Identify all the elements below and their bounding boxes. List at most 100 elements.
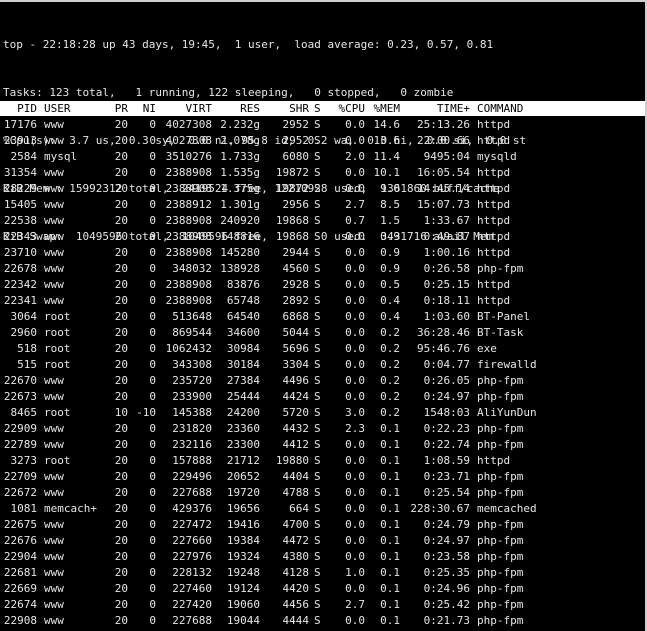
process-cpu: 0.0 [345, 310, 365, 323]
process-virt: 343308 [172, 358, 212, 371]
process-virt: 429376 [172, 502, 212, 515]
process-user: www [44, 118, 64, 131]
process-res: 2.232g [220, 118, 260, 131]
process-cpu: 2.3 [345, 422, 365, 435]
process-command: httpd [477, 246, 511, 259]
process-state: S [314, 598, 321, 611]
process-priority: 20 [114, 118, 128, 131]
process-pid: 1081 [10, 502, 38, 515]
process-state: S [314, 166, 321, 179]
process-time: 25:13.26 [417, 118, 470, 131]
process-nice: 0 [149, 134, 156, 147]
process-pid: 3273 [10, 454, 38, 467]
process-virt: 2388908 [165, 166, 212, 179]
process-priority: 20 [114, 246, 128, 259]
column-header-time: TIME+ [436, 102, 470, 115]
process-time: 0:23.58 [423, 550, 470, 563]
process-shr: 19872 [275, 166, 309, 179]
process-time: 0:24.96 [423, 582, 470, 595]
process-priority: 20 [114, 150, 128, 163]
process-cpu: 0.0 [345, 614, 365, 627]
process-mem: 0.2 [380, 390, 400, 403]
process-cpu: 0.0 [345, 278, 365, 291]
process-res: 19248 [226, 566, 260, 579]
process-virt: 232116 [172, 438, 212, 451]
process-time: 0:04.77 [423, 358, 470, 371]
process-shr: 2944 [282, 246, 310, 259]
table-row: 22908 www 20 0 227688 19044 4444 S 0.0 0.1 0:21.73… [0, 613, 645, 629]
process-virt: 2388908 [165, 214, 212, 227]
process-command: httpd [477, 134, 511, 147]
table-row: 518 root 20 0 1062432 30984 5696 S 0.0 0.2 95:46.7… [0, 341, 645, 357]
process-nice: 0 [149, 214, 156, 227]
uptime-load-line: top - 22:18:28 up 43 days, 19:45, 1 user… [3, 38, 494, 51]
process-res: 19324 [226, 550, 260, 563]
process-shr: 4412 [282, 438, 310, 451]
process-nice: 0 [149, 278, 156, 291]
process-virt: 227472 [172, 518, 212, 531]
process-nice: 0 [149, 182, 156, 195]
process-cpu: 2.7 [345, 598, 365, 611]
table-row: 22709 www 20 0 229496 20652 4404 S 0.0 0.1 0:23.71… [0, 469, 645, 485]
process-virt: 2388908 [165, 246, 212, 259]
process-shr: 2892 [282, 294, 310, 307]
process-res: 2.078g [220, 134, 260, 147]
process-virt: 145388 [172, 406, 212, 419]
process-res: 64540 [226, 310, 260, 323]
process-pid: 22341 [3, 294, 37, 307]
table-row: 515 root 20 0 343308 30184 3304 S 0.0 0.2 0:04.77 f… [0, 357, 645, 373]
process-priority: 20 [114, 198, 128, 211]
process-virt: 2388912 [165, 198, 212, 211]
process-nice: 0 [149, 534, 156, 547]
process-virt: 2388908 [165, 294, 212, 307]
process-nice: 0 [149, 326, 156, 339]
process-time: 16:05.54 [417, 166, 470, 179]
process-nice: 0 [149, 566, 156, 579]
process-cpu: 0.0 [345, 262, 365, 275]
process-res: 34600 [226, 326, 260, 339]
process-pid: 22538 [3, 214, 37, 227]
process-command: memcached [477, 502, 537, 515]
table-row: 23913 www 20 0 4027308 2.078g 2952 S 0.0 13.6 22:0… [0, 133, 645, 149]
process-mem: 0.9 [380, 246, 400, 259]
process-nice: 0 [149, 310, 156, 323]
table-row: 22909 www 20 0 231820 23360 4432 S 2.3 0.1 0:22.23… [0, 421, 645, 437]
process-priority: 20 [114, 438, 128, 451]
process-time: 0:24.97 [423, 390, 470, 403]
process-user: www [44, 582, 64, 595]
table-row: 22538 www 20 0 2388908 240920 19868 S 0.7 1.5 1:33… [0, 213, 645, 229]
process-mem: 0.1 [380, 550, 400, 563]
process-priority: 20 [114, 294, 128, 307]
process-res: 138928 [220, 262, 260, 275]
process-nice: 0 [149, 454, 156, 467]
process-pid: 22904 [3, 550, 37, 563]
process-time: 0:25.54 [423, 486, 470, 499]
process-res: 24200 [226, 406, 260, 419]
process-virt: 227460 [172, 582, 212, 595]
terminal-window[interactable]: top - 22:18:28 up 43 days, 19:45, 1 user… [0, 0, 647, 631]
process-pid: 17176 [3, 118, 37, 131]
process-state: S [314, 454, 321, 467]
process-virt: 2388908 [165, 278, 212, 291]
process-cpu: 0.0 [345, 134, 365, 147]
table-row: 22669 www 20 0 227460 19124 4420 S 0.0 0.1 0:24.96… [0, 581, 645, 597]
process-pid: 15405 [3, 198, 37, 211]
process-pid: 23913 [3, 134, 37, 147]
process-mem: 0.1 [380, 422, 400, 435]
process-mem: 0.1 [380, 438, 400, 451]
process-priority: 20 [114, 598, 128, 611]
process-cpu: 0.7 [345, 214, 365, 227]
process-res: 83876 [226, 278, 260, 291]
process-cpu: 0.0 [345, 486, 365, 499]
process-pid: 22908 [3, 614, 37, 627]
process-command: php-fpm [477, 262, 524, 275]
process-state: S [314, 550, 321, 563]
process-mem: 0.2 [380, 326, 400, 339]
process-user: www [44, 230, 64, 243]
table-row: 28229 www 20 0 2388908 1.375g 19872 S 0.0 9.0 14:4… [0, 181, 645, 197]
process-state: S [314, 534, 321, 547]
process-priority: 20 [114, 566, 128, 579]
table-row: 2584 mysql 20 0 3510276 1.733g 6080 S 2.0 11.4 949… [0, 149, 645, 165]
process-command: mysqld [477, 150, 517, 163]
process-mem: 0.2 [380, 342, 400, 355]
